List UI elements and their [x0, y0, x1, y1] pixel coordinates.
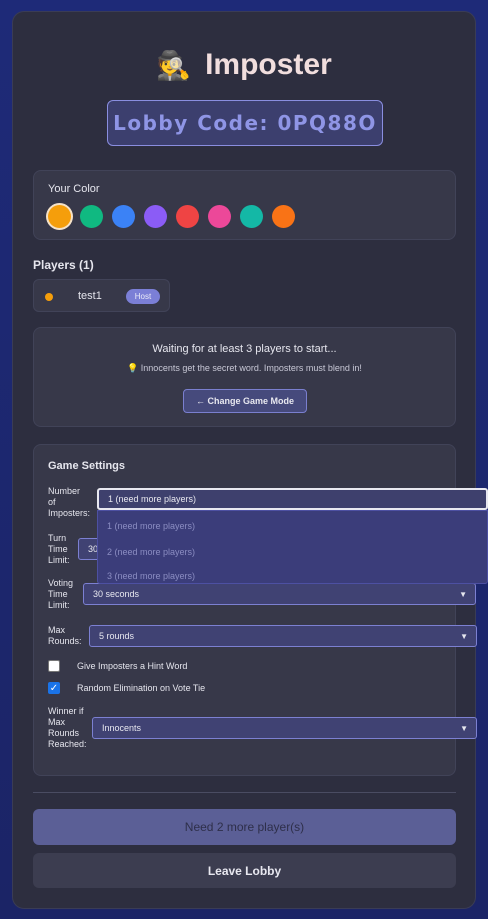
num-imposters-value: 1 (need more players)	[108, 494, 197, 504]
dropdown-option[interactable]: 3 (need more players)	[107, 571, 195, 581]
color-swatches	[48, 205, 295, 228]
leave-lobby-label: Leave Lobby	[207, 863, 282, 878]
player-name: test1	[78, 290, 102, 302]
random-elim-checkbox[interactable]: ✓	[48, 682, 60, 694]
hint-word-checkbox[interactable]	[48, 660, 60, 672]
player-color-dot	[45, 293, 53, 301]
divider	[33, 792, 456, 793]
lightbulb-icon: 💡	[127, 363, 139, 373]
color-swatch[interactable]	[112, 205, 135, 228]
need-players-label: Need 2 more player(s)	[184, 820, 305, 834]
num-imposters-select[interactable]: 1 (need more players)	[97, 488, 488, 510]
need-players-button[interactable]: Need 2 more player(s)	[33, 809, 456, 845]
title-text: Imposter	[205, 48, 332, 81]
hint-word-row[interactable]: Give Imposters a Hint Word	[48, 660, 187, 672]
change-game-mode-button[interactable]: ← Change Game Mode	[183, 389, 307, 413]
chevron-down-icon: ▼	[460, 724, 468, 733]
game-settings-heading: Game Settings	[48, 460, 126, 472]
color-picker-label: Your Color	[48, 183, 100, 195]
winner-select[interactable]: Innocents ▼	[92, 717, 477, 739]
voting-time-value: 30 seconds	[93, 589, 140, 599]
dropdown-option[interactable]: 1 (need more players)	[107, 521, 195, 531]
turn-time-label: Turn Time Limit:	[48, 533, 70, 565]
players-heading: Players (1)	[33, 258, 94, 272]
winner-label: Winner if Max Rounds Reached:	[48, 706, 87, 749]
waiting-message: Waiting for at least 3 players to start.…	[152, 343, 337, 355]
chevron-down-icon: ▼	[460, 632, 468, 641]
voting-time-label: Voting Time Limit:	[48, 578, 74, 610]
winner-value: Innocents	[102, 723, 142, 733]
num-imposters-label: Number of Imposters:	[48, 486, 91, 518]
color-swatch[interactable]	[48, 205, 71, 228]
hint-word-label: Give Imposters a Hint Word	[77, 661, 188, 671]
change-game-mode-label: ← Change Game Mode	[195, 396, 294, 406]
color-picker-panel: Your Color	[33, 170, 456, 240]
random-elim-row[interactable]: ✓ Random Elimination on Vote Tie	[48, 682, 205, 694]
dropdown-option[interactable]: 2 (need more players)	[107, 547, 195, 557]
host-badge: Host	[126, 289, 160, 304]
page-title: 🕵 Imposter	[13, 48, 475, 82]
color-swatch[interactable]	[144, 205, 167, 228]
max-rounds-label: Max Rounds:	[48, 625, 82, 646]
num-imposters-dropdown: 1 (need more players) 2 (need more playe…	[97, 510, 488, 584]
lobby-code-box: Lobby Code: 0PQ88O	[107, 100, 383, 146]
detective-icon: 🕵	[156, 49, 192, 81]
color-swatch[interactable]	[176, 205, 199, 228]
lobby-code-text: Lobby Code: 0PQ88O	[113, 111, 377, 135]
role-hint-text: Innocents get the secret word. Imposters…	[140, 363, 362, 373]
lobby-card: 🕵 Imposter Lobby Code: 0PQ88O Your Color…	[12, 11, 477, 909]
waiting-panel: Waiting for at least 3 players to start.…	[33, 327, 456, 427]
max-rounds-value: 5 rounds	[99, 631, 135, 641]
max-rounds-select[interactable]: 5 rounds ▼	[89, 625, 477, 647]
color-swatch[interactable]	[80, 205, 103, 228]
player-chip: test1 Host	[33, 279, 170, 312]
color-swatch[interactable]	[208, 205, 231, 228]
voting-time-select[interactable]: 30 seconds ▼	[83, 583, 476, 605]
role-hint: 💡 Innocents get the secret word. Imposte…	[34, 363, 455, 374]
color-swatch[interactable]	[272, 205, 295, 228]
chevron-down-icon: ▼	[459, 590, 467, 599]
color-swatch[interactable]	[240, 205, 263, 228]
leave-lobby-button[interactable]: Leave Lobby	[33, 853, 456, 888]
random-elim-label: Random Elimination on Vote Tie	[77, 683, 206, 693]
